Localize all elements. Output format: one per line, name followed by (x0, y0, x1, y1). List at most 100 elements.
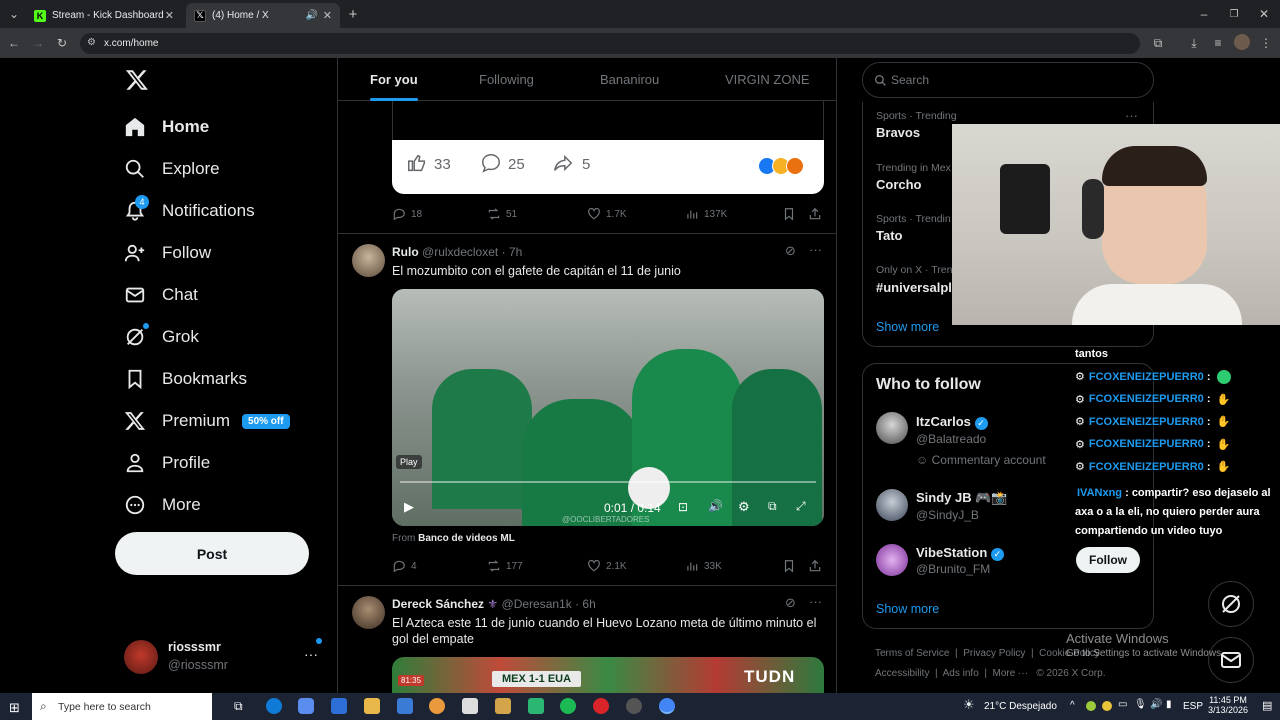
window-close-icon[interactable]: ✕ (1256, 6, 1272, 22)
settings-gear-icon[interactable]: ⚙ (738, 499, 750, 515)
source-link[interactable]: Banco de videos ML (418, 533, 515, 544)
footer-link[interactable]: Privacy Policy (963, 648, 1025, 659)
grok-explain-icon[interactable]: ⊘ (785, 595, 796, 611)
avatar[interactable] (876, 544, 908, 576)
network-icon[interactable]: ▭ (1118, 699, 1127, 710)
grok-explain-icon[interactable]: ⊘ (785, 243, 796, 259)
show-more-trends[interactable]: Show more (876, 320, 939, 334)
back-icon[interactable]: ← (6, 35, 22, 51)
search-input[interactable]: Search (862, 62, 1154, 98)
tab-search-icon[interactable]: ⌄ (6, 6, 22, 22)
account-more-icon[interactable]: ··· (304, 646, 318, 662)
vscode-icon[interactable] (397, 698, 413, 714)
footer-link[interactable]: Terms of Service (875, 648, 949, 659)
trend-name[interactable]: Corcho (876, 177, 922, 192)
file-explorer-icon[interactable] (364, 698, 380, 714)
reading-list-icon[interactable]: ≡ (1210, 35, 1226, 51)
nav-profile[interactable]: Profile (124, 452, 210, 474)
tab-for-you[interactable]: For you (370, 72, 418, 87)
tweet-more-icon[interactable]: ··· (809, 594, 822, 609)
tab-virgin-zone[interactable]: VIRGIN ZONE (725, 72, 810, 87)
fullscreen-icon[interactable]: ⤢ (796, 499, 806, 514)
notification-center-icon[interactable]: ▤ (1262, 699, 1272, 712)
reply-button[interactable]: 18 (392, 207, 422, 221)
taskbar-search-input[interactable]: ⌕ Type here to search (32, 693, 212, 720)
profile-avatar[interactable] (1234, 34, 1250, 50)
tray-app-icon[interactable] (1102, 701, 1112, 711)
nav-follow[interactable]: Follow (124, 242, 211, 264)
new-tab-icon[interactable]: + (345, 6, 361, 23)
video-player[interactable]: Play @OOCLIBERTADORES ▶ 0:01 / 0:14 ⊡ 🔊 … (392, 289, 824, 526)
menu-kebab-icon[interactable]: ⋮ (1258, 35, 1274, 51)
share-button[interactable] (808, 207, 827, 221)
avatar[interactable] (352, 244, 385, 277)
repost-button[interactable]: 51 (487, 207, 517, 221)
chrome-icon[interactable] (659, 698, 675, 714)
nav-more[interactable]: More (124, 494, 201, 516)
microphone-icon[interactable]: 🎙 (1134, 699, 1147, 710)
folder-icon[interactable] (495, 698, 511, 714)
tab-following[interactable]: Following (479, 72, 534, 87)
play-icon[interactable]: ▶ (404, 499, 414, 515)
suggestion-name[interactable]: VibeStation ✓ (916, 545, 1004, 561)
avatar[interactable] (352, 596, 385, 629)
windows-start-icon[interactable]: ⊞ (9, 700, 20, 716)
show-more-follow[interactable]: Show more (876, 602, 939, 616)
task-view-icon[interactable]: ⧉ (234, 699, 243, 714)
avatar[interactable] (876, 489, 908, 521)
tab-kick-dashboard[interactable]: K Stream - Kick Dashboard ✕ (26, 3, 182, 28)
restore-icon[interactable]: ❐ (1226, 6, 1242, 22)
suggestion-name[interactable]: Sindy JB 🎮📸 (916, 490, 1008, 506)
footer-link[interactable]: Ads info (943, 668, 979, 679)
volume-icon[interactable]: 🔊 (708, 499, 723, 513)
download-icon[interactable]: ⤓ (1186, 35, 1202, 51)
share-button[interactable] (808, 559, 827, 573)
audio-playing-icon[interactable]: 🔊 (306, 10, 318, 21)
tweet-time[interactable]: · 7h (502, 245, 523, 259)
trend-name[interactable]: Bravos (876, 125, 920, 140)
views-button[interactable]: 33K (685, 559, 722, 573)
nav-chat[interactable]: Chat (124, 284, 198, 306)
nav-premium[interactable]: Premium 50% off (124, 410, 290, 432)
footer-link[interactable]: Accessibility (875, 668, 929, 679)
author-name[interactable]: Dereck Sánchez (392, 597, 484, 611)
author-handle[interactable]: @rulxdecloxet (422, 245, 498, 259)
obs-icon[interactable] (626, 698, 642, 714)
minimize-icon[interactable]: – (1196, 6, 1212, 22)
site-info-icon[interactable]: ⚙ (87, 37, 96, 48)
tweet-image[interactable]: 81:35 MEX 1-1 EUA TUDN (392, 657, 824, 693)
address-bar[interactable]: ⚙ x.com/home (80, 33, 1140, 54)
reply-button[interactable]: 4 (392, 559, 417, 573)
nav-explore[interactable]: Explore (124, 158, 220, 180)
bookmark-button[interactable] (782, 207, 801, 221)
avatar[interactable] (876, 412, 908, 444)
nav-notifications[interactable]: 4 Notifications (124, 195, 255, 222)
trend-more-icon[interactable]: ··· (1125, 108, 1138, 123)
account-switcher[interactable]: riosssmr @riosssmr ··· (112, 638, 332, 678)
tweet-time[interactable]: · 6h (575, 597, 596, 611)
tab-bananirou[interactable]: Bananirou (600, 72, 659, 87)
tab-x-home[interactable]: 𝕏 (4) Home / X 🔊 ✕ (186, 3, 340, 28)
opera-icon[interactable] (593, 698, 609, 714)
footer-link[interactable]: More ··· (993, 668, 1029, 679)
trend-name[interactable]: Tato (876, 228, 902, 243)
nav-grok[interactable]: Grok (124, 323, 199, 348)
clock[interactable]: 11:45 PM 3/13/2026 (1204, 695, 1252, 715)
weather-text[interactable]: 21°C Despejado (984, 701, 1057, 712)
nav-bookmarks[interactable]: Bookmarks (124, 368, 247, 390)
views-button[interactable]: 137K (685, 207, 727, 221)
firefox-icon[interactable] (429, 698, 445, 714)
outlook-icon[interactable] (331, 698, 347, 714)
repost-button[interactable]: 177 (487, 559, 523, 573)
nav-home[interactable]: Home (124, 116, 209, 138)
author-name[interactable]: Rulo (392, 245, 419, 259)
edge-icon[interactable] (266, 698, 282, 714)
suggestion-name[interactable]: ItzCarlos ✓ (916, 414, 988, 430)
speaker-icon[interactable]: 🔊 (1150, 699, 1162, 710)
like-button[interactable]: 1.7K (587, 207, 627, 221)
close-tab-icon[interactable]: ✕ (323, 9, 332, 22)
extensions-icon[interactable]: ⧉ (1150, 35, 1166, 51)
tweet-more-icon[interactable]: ··· (809, 242, 822, 257)
video-progress-bar[interactable] (400, 481, 816, 483)
language-indicator[interactable]: ESP (1183, 701, 1203, 712)
